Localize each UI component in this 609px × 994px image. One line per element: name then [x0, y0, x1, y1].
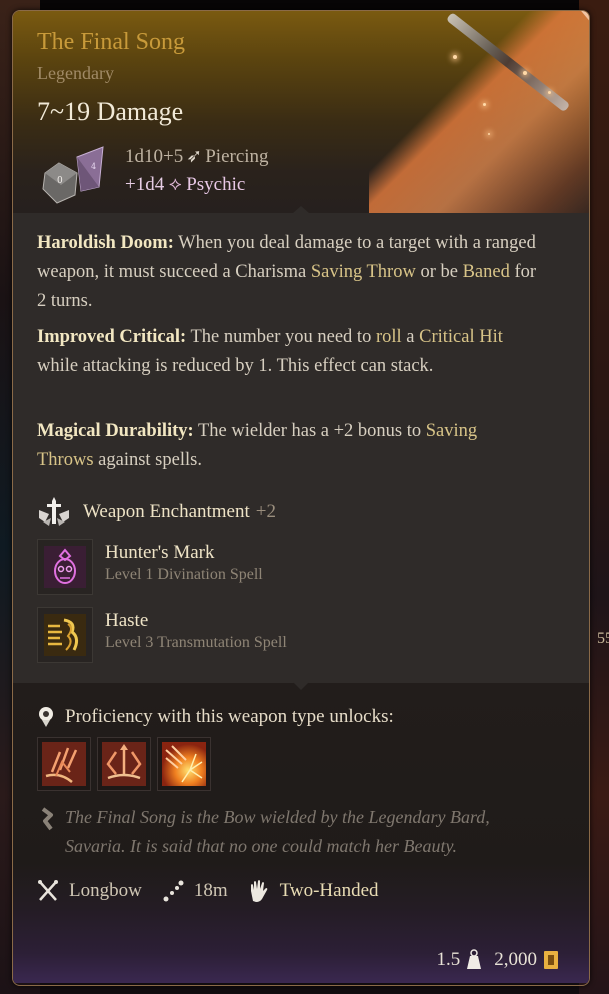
proficiency-row: Proficiency with this weapon type unlock… [37, 705, 394, 729]
passive-magical-durability: Magical Durability: The wielder has a +2… [37, 417, 537, 475]
spell-icon-frame [37, 539, 93, 595]
weapon-enchantment-row[interactable]: Weapon Enchantment +2 [37, 497, 276, 527]
item-tooltip: The Final Song Legendary 7~19 Damage 4 0… [12, 10, 590, 986]
damage-line-piercing: 1d10+5 ➶ Piercing [125, 145, 269, 168]
passive-improved-critical: Improved Critical: The number you need t… [37, 323, 537, 381]
spell-level: Level 3 Transmutation Spell [105, 634, 287, 651]
spell-name: Haste [105, 610, 149, 631]
item-weight: 1.5 [436, 949, 461, 970]
keyword-link[interactable]: roll [376, 327, 402, 347]
property-label: Two-Handed [279, 880, 379, 901]
weapon-properties: Longbow 18m Two-Handed [37, 879, 399, 903]
proficiency-label: Proficiency with this weapon type unlock… [65, 706, 394, 727]
background-counter: 55 [597, 630, 609, 647]
proficiency-action[interactable] [97, 737, 151, 791]
passive-haroldish-doom: Haroldish Doom: When you deal damage to … [37, 229, 537, 316]
weapon-type-icon [38, 880, 58, 901]
spell-name: Hunter's Mark [105, 542, 215, 563]
section-notch [293, 206, 309, 213]
sparkle [453, 55, 457, 59]
sparkle [523, 71, 527, 75]
proficiency-actions [37, 737, 211, 791]
passive-name: Magical Durability: [37, 421, 194, 441]
damage-dice: +1d4 [125, 174, 165, 195]
damage-dice: 1d10+5 [125, 146, 184, 167]
item-name: The Final Song [37, 29, 185, 55]
spell-hunters-mark[interactable]: Hunter's Mark Level 1 Divination Spell [37, 539, 263, 595]
sparkle [483, 103, 486, 106]
damage-line-psychic: +1d4 ⟡ Psychic [125, 174, 245, 196]
tooltip-effects-section: Haroldish Doom: When you deal damage to … [13, 206, 589, 683]
haste-icon [44, 614, 86, 656]
tooltip-header: The Final Song Legendary 7~19 Damage 4 0… [13, 11, 589, 213]
sparkle [548, 91, 551, 94]
range-icon [163, 880, 184, 902]
weight-icon [467, 949, 482, 969]
enchantment-label: Weapon Enchantment [83, 501, 250, 522]
passive-name: Improved Critical: [37, 327, 187, 347]
proficiency-action[interactable] [37, 737, 91, 791]
spell-icon-frame [37, 607, 93, 663]
damage-type: Piercing [205, 146, 269, 167]
spell-level: Level 1 Divination Spell [105, 566, 263, 583]
passive-name: Haroldish Doom: [37, 233, 174, 253]
spell-haste[interactable]: Haste Level 3 Transmutation Spell [37, 607, 287, 663]
sparkle [488, 133, 490, 135]
passive-text: while attacking is reduced by 1. This ef… [37, 356, 434, 376]
passive-text: The wielder has a +2 bonus to [193, 421, 426, 441]
property-label: 18m [193, 880, 228, 901]
brace-ranged-icon [162, 742, 206, 786]
keyword-link[interactable]: Critical Hit [419, 327, 503, 347]
passive-text: The number you need to [186, 327, 376, 347]
passive-text: against spells. [93, 450, 202, 470]
proficiency-action[interactable] [157, 737, 211, 791]
item-footer: 1.5 2,000 [437, 949, 560, 971]
tooltip-details-section: Proficiency with this weapon type unlock… [13, 682, 589, 983]
property-label: Longbow [69, 880, 142, 901]
section-notch [293, 682, 309, 690]
keyword-link[interactable]: Saving Throw [311, 262, 416, 282]
lore-scroll-icon [41, 807, 53, 831]
dice-icon: 4 0 [42, 146, 104, 204]
svg-text:4: 4 [91, 162, 96, 171]
hunters-mark-icon [44, 546, 86, 588]
enchantment-bonus: +2 [255, 501, 276, 522]
svg-text:0: 0 [57, 176, 63, 186]
item-lore: The Final Song is the Bow wielded by the… [65, 807, 490, 856]
property-weapon-type[interactable]: Longbow [37, 879, 142, 903]
gold-coin-icon [544, 951, 558, 969]
weapon-enchantment-icon [39, 497, 69, 526]
passive-text: or be [415, 262, 463, 282]
property-handedness[interactable]: Two-Handed [248, 879, 379, 903]
property-range[interactable]: 18m [162, 879, 228, 903]
mobile-shot-icon [42, 742, 86, 786]
two-handed-icon [250, 880, 267, 902]
piercing-icon: ➶ [186, 146, 203, 167]
passive-text: a [401, 327, 420, 347]
item-value: 2,000 [494, 949, 537, 970]
damage-range: 7~19 Damage [37, 97, 184, 126]
keyword-link[interactable]: Baned [463, 262, 510, 282]
item-rarity: Legendary [37, 63, 114, 83]
proficiency-icon [39, 707, 53, 727]
piercing-shot-icon [102, 742, 146, 786]
damage-type: Psychic [186, 174, 246, 195]
psychic-icon: ⟡ [168, 174, 182, 195]
